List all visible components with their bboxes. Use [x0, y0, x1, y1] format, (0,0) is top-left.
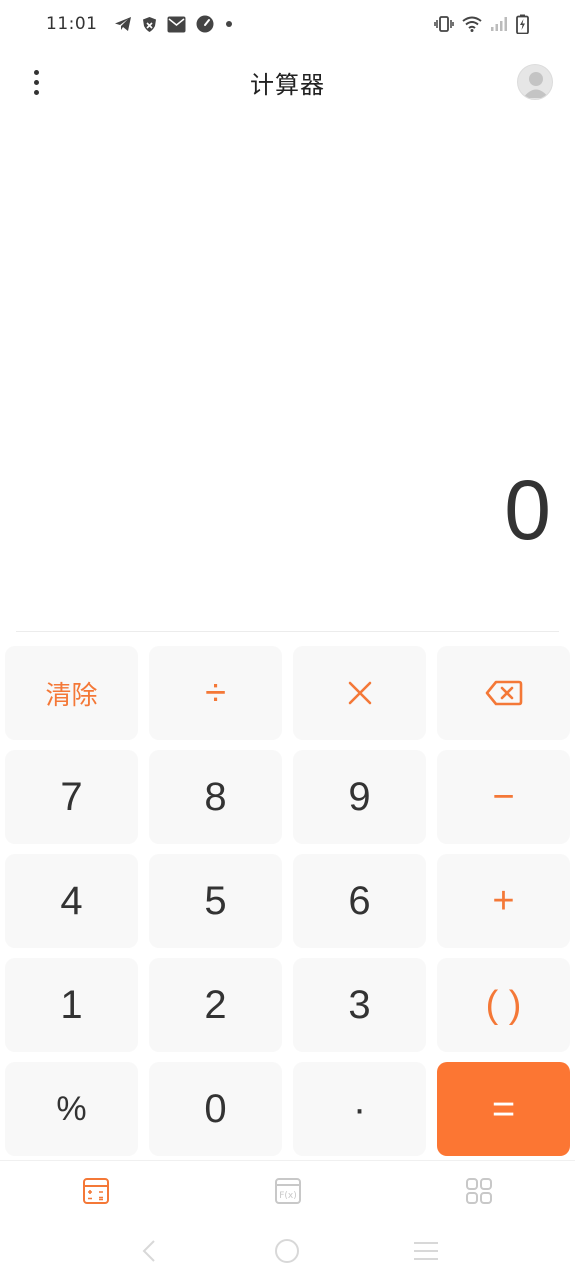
digit-3-button[interactable]: 3	[293, 958, 426, 1052]
divide-button[interactable]: ÷	[149, 646, 282, 740]
tab-apps[interactable]	[383, 1161, 575, 1221]
more-vertical-icon	[33, 69, 39, 75]
calculator-icon	[82, 1177, 109, 1204]
telegram-icon	[114, 16, 132, 32]
home-circle-icon	[275, 1239, 300, 1263]
speedometer-icon	[196, 15, 214, 33]
bottom-nav: F(x)	[0, 1160, 575, 1220]
digit-2-button[interactable]: 2	[149, 958, 282, 1052]
cellular-signal-icon	[490, 16, 508, 32]
tab-calculator[interactable]	[0, 1161, 192, 1221]
wifi-icon	[462, 16, 482, 32]
more-menu-button[interactable]	[18, 62, 54, 102]
clear-button[interactable]: 清除	[5, 646, 138, 740]
plus-button[interactable]: +	[437, 854, 570, 948]
digit-8-button[interactable]: 8	[149, 750, 282, 844]
result-display: 0	[504, 463, 551, 557]
back-chevron-icon	[142, 1240, 155, 1262]
digit-9-button[interactable]: 9	[293, 750, 426, 844]
backspace-button[interactable]	[437, 646, 570, 740]
status-left: 11:01	[46, 14, 234, 34]
mail-icon	[167, 16, 186, 33]
tab-function[interactable]: F(x)	[192, 1161, 384, 1221]
system-back-button[interactable]	[124, 1226, 174, 1276]
vibrate-icon	[434, 16, 454, 32]
backspace-icon	[485, 680, 522, 706]
system-navigation-bar	[0, 1226, 575, 1276]
percent-button[interactable]: %	[5, 1062, 138, 1156]
system-recents-button[interactable]	[401, 1226, 451, 1276]
system-home-button[interactable]	[262, 1226, 312, 1276]
decimal-point-button[interactable]: ·	[293, 1062, 426, 1156]
digit-7-button[interactable]: 7	[5, 750, 138, 844]
digit-6-button[interactable]: 6	[293, 854, 426, 948]
dot-icon	[224, 19, 234, 29]
menu-dot-3	[33, 89, 39, 95]
recents-menu-icon	[413, 1242, 438, 1260]
parentheses-button[interactable]: ( )	[437, 958, 570, 1052]
function-fx-icon: F(x)	[274, 1177, 301, 1204]
equals-button[interactable]: =	[437, 1062, 570, 1156]
status-time: 11:01	[46, 14, 98, 34]
page-title: 计算器	[250, 70, 325, 99]
battery-charging-icon	[516, 14, 529, 34]
keypad: 清除 ÷ 7 8 9 − 4 5 6 + 1 2 3 ( ) % 0 · =	[5, 646, 570, 1156]
digit-0-button[interactable]: 0	[149, 1062, 282, 1156]
digit-5-button[interactable]: 5	[149, 854, 282, 948]
app-header: 计算器	[0, 52, 575, 112]
digit-1-button[interactable]: 1	[5, 958, 138, 1052]
user-avatar-icon[interactable]	[517, 64, 553, 100]
status-bar: 11:01	[0, 0, 575, 48]
display-divider	[16, 631, 559, 632]
digit-4-button[interactable]: 4	[5, 854, 138, 948]
multiply-icon	[348, 681, 371, 705]
calculator-screen: 11:01 计算器 0 清除 ÷ 7 8 9 − 4 5 6 + 1 2 3 (…	[0, 0, 575, 1280]
minus-button[interactable]: −	[437, 750, 570, 844]
shield-icon	[142, 16, 157, 33]
menu-dot-2	[33, 79, 39, 85]
svg-text:F(x): F(x)	[279, 1191, 297, 1201]
status-right	[434, 14, 529, 34]
multiply-button[interactable]	[293, 646, 426, 740]
grid-apps-icon	[466, 1177, 493, 1204]
